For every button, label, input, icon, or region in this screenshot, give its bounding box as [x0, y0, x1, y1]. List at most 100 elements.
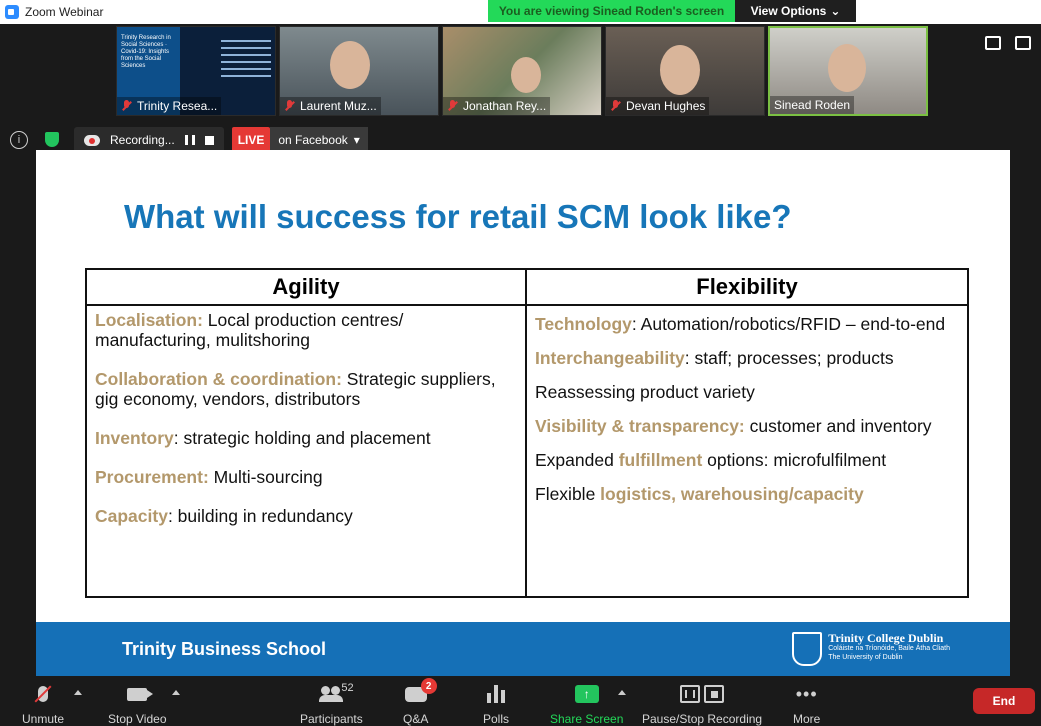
participant-nameplate: Trinity Resea...: [117, 97, 222, 115]
item-highlight: Capacity: [95, 506, 168, 526]
meeting-toolbar: Unmute Stop Video 52 Participants 2 Q&A …: [0, 676, 1041, 726]
more-button[interactable]: ••• More: [793, 682, 820, 726]
share-screen-icon: ↑: [574, 682, 599, 706]
participant-nameplate: Jonathan Rey...: [443, 97, 551, 115]
audio-options-caret-icon[interactable]: [74, 690, 82, 695]
pause-recording-icon[interactable]: [184, 135, 195, 145]
muted-mic-icon: [283, 99, 297, 113]
item-highlight: Inventory: [95, 428, 174, 448]
column-header: Agility: [87, 270, 525, 306]
share-options-caret-icon[interactable]: [618, 690, 626, 695]
more-dots-glyph: •••: [795, 683, 818, 704]
flexibility-column: Flexibility Technology: Automation/robot…: [527, 270, 967, 596]
view-controls: [985, 36, 1031, 50]
participant-tile[interactable]: Jonathan Rey...: [442, 26, 602, 116]
item-text: options: microfulfilment: [702, 450, 887, 470]
college-name: Trinity College Dublin: [828, 631, 944, 645]
share-arrow-glyph: ↑: [574, 685, 599, 703]
slide-table: Agility Localisation: Local production c…: [85, 268, 969, 598]
item-text: : Automation/robotics/RFID – end-to-end: [631, 314, 946, 334]
participant-video: [330, 41, 370, 89]
participant-name: Trinity Resea...: [137, 99, 218, 113]
college-subtitle: The University of Dublin: [828, 654, 903, 661]
participants-button[interactable]: 52 Participants: [300, 682, 363, 726]
share-screen-button[interactable]: ↑ Share Screen: [550, 682, 623, 726]
participant-nameplate: Devan Hughes: [606, 97, 710, 115]
item-highlight: Visibility & transparency:: [535, 416, 745, 436]
school-name: Trinity Business School: [122, 638, 327, 659]
stop-video-button[interactable]: Stop Video: [108, 682, 167, 726]
unmute-button[interactable]: Unmute: [22, 682, 64, 726]
zoom-app-icon: [5, 5, 19, 19]
polls-button[interactable]: Polls: [483, 682, 509, 726]
cloud-recording-icon: [84, 134, 100, 146]
participants-count: 52: [341, 682, 354, 694]
participants-icon: 52: [301, 682, 361, 706]
end-meeting-button[interactable]: End: [973, 688, 1035, 714]
participant-nameplate: Sinead Roden: [770, 96, 855, 114]
list-item: Technology: Automation/robotics/RFID – e…: [535, 314, 959, 334]
item-highlight: Collaboration & coordination:: [95, 369, 342, 389]
video-options-caret-icon[interactable]: [172, 690, 180, 695]
column-header: Flexibility: [527, 270, 967, 306]
participant-tile[interactable]: Trinity Research in Social Sciences · Co…: [116, 26, 276, 116]
tcd-logo: Trinity College Dublin Coláiste na Tríon…: [792, 632, 950, 666]
participant-video: [660, 45, 700, 95]
livestream-destination-label: on Facebook: [278, 133, 348, 147]
participant-video-strip: Trinity Research in Social Sciences · Co…: [0, 24, 1041, 120]
item-text-prefix: Expanded: [535, 450, 619, 470]
chevron-down-icon: ⌄: [830, 4, 841, 18]
participant-tile-active-speaker[interactable]: Sinead Roden: [768, 26, 928, 116]
fullscreen-icon[interactable]: [1015, 36, 1031, 50]
list-item: Collaboration & coordination: Strategic …: [95, 369, 517, 409]
stop-recording-icon[interactable]: [204, 135, 214, 145]
view-options-button[interactable]: View Options ⌄: [735, 0, 856, 22]
participant-nameplate: Laurent Muz...: [280, 97, 381, 115]
flexibility-items: Technology: Automation/robotics/RFID – e…: [527, 306, 967, 522]
list-item: Inventory: strategic holding and placeme…: [95, 428, 517, 448]
item-text: : staff; processes; products: [684, 348, 894, 368]
participant-tile[interactable]: Devan Hughes: [605, 26, 765, 116]
slide-footer: Trinity Business School Trinity College …: [36, 622, 1010, 676]
qa-button[interactable]: 2 Q&A: [403, 678, 437, 726]
view-options-label: View Options: [750, 4, 827, 18]
college-irish-name: Coláiste na Tríonóide, Baile Átha Cliath: [828, 645, 950, 652]
item-text: customer and inventory: [744, 416, 932, 436]
list-item: Expanded fulfillment options: microfulfi…: [535, 450, 959, 470]
shared-slide-thumbnail-text: Trinity Research in Social Sciences · Co…: [121, 35, 171, 69]
qa-badge: 2: [420, 678, 437, 694]
item-text: Multi-sourcing: [208, 467, 323, 487]
slide-title: What will success for retail SCM look li…: [124, 198, 792, 235]
item-text-prefix: Reassessing product variety: [535, 382, 755, 402]
participant-name: Sinead Roden: [774, 98, 851, 112]
list-item: Reassessing product variety: [535, 382, 959, 402]
participant-tile[interactable]: Laurent Muz...: [279, 26, 439, 116]
video-camera-icon: [127, 682, 154, 706]
meeting-info-icon[interactable]: i: [10, 131, 28, 149]
item-text: : building in redundancy: [167, 506, 353, 526]
participant-name: Laurent Muz...: [300, 99, 377, 113]
window-title: Zoom Webinar: [25, 5, 104, 19]
caret-down-icon: ▾: [353, 133, 360, 147]
item-highlight: Procurement:: [95, 467, 209, 487]
pause-stop-recording-icon: [680, 682, 725, 706]
item-highlight: fulfillment: [618, 450, 703, 470]
item-text: : strategic holding and placement: [173, 428, 431, 448]
recording-label: Recording...: [110, 133, 175, 147]
gallery-view-icon[interactable]: [985, 36, 1001, 50]
shared-screen-slide: What will success for retail SCM look li…: [36, 150, 1010, 676]
agility-column: Agility Localisation: Local production c…: [87, 270, 527, 596]
list-item: Interchangeability: staff; processes; pr…: [535, 348, 959, 368]
item-text-prefix: Flexible: [535, 484, 601, 504]
participant-video: [511, 57, 541, 93]
slide-thumbnail-lines: [221, 35, 271, 82]
more-dots-icon: •••: [796, 682, 818, 706]
muted-mic-icon: [446, 99, 460, 113]
list-item: Capacity: building in redundancy: [95, 506, 517, 526]
tcd-crest-icon: [792, 632, 823, 666]
pause-stop-recording-button[interactable]: Pause/Stop Recording: [642, 682, 762, 726]
muted-mic-icon: [609, 99, 623, 113]
muted-mic-icon: [120, 99, 134, 113]
list-item: Flexible logistics, warehousing/capacity: [535, 484, 959, 504]
polls-bar-chart-icon: [487, 682, 505, 706]
